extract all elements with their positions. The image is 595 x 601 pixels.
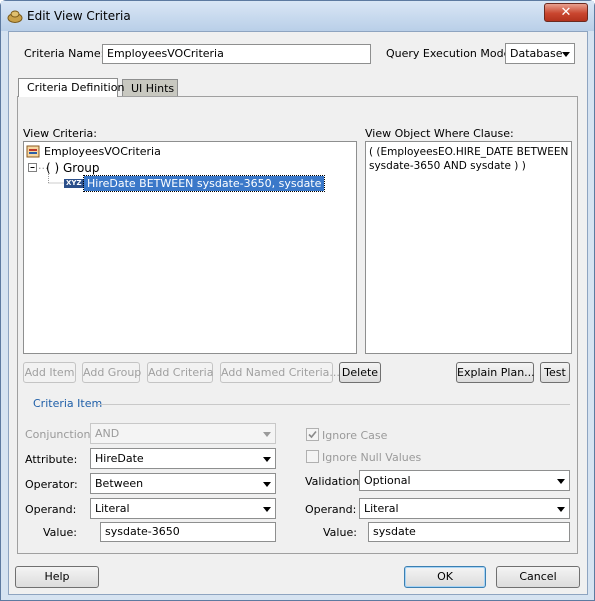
operand-right-value: Literal: [364, 502, 399, 515]
value-right-input[interactable]: sysdate: [368, 522, 570, 542]
checkmark-icon: [308, 430, 317, 439]
add-named-criteria-button[interactable]: Add Named Criteria...: [220, 362, 340, 383]
delete-button[interactable]: Delete: [339, 362, 381, 383]
query-execution-mode-select[interactable]: Database: [505, 43, 575, 64]
chevron-down-icon: [263, 432, 271, 437]
attribute-select[interactable]: HireDate: [90, 448, 276, 469]
conjunction-value: AND: [95, 427, 120, 440]
where-clause-text[interactable]: ( (EmployeesEO.HIRE_DATE BETWEEN sysdate…: [365, 141, 572, 354]
validation-value: Optional: [364, 474, 411, 487]
where-clause-line-1: ( (EmployeesEO.HIRE_DATE BETWEEN: [369, 146, 569, 158]
view-criteria-label: View Criteria:: [23, 127, 97, 140]
criteria-name-label: Criteria Name:: [24, 47, 105, 60]
operand-right-label: Operand:: [305, 503, 357, 516]
close-button[interactable]: ✕: [544, 3, 588, 22]
ok-button[interactable]: OK: [404, 566, 486, 588]
ignore-case-label: Ignore Case: [322, 429, 388, 442]
operand-left-value: Literal: [95, 502, 130, 515]
tree-branch-line: [48, 174, 64, 184]
ignore-null-values-label: Ignore Null Values: [322, 451, 422, 464]
conjunction-label: Conjunction:: [25, 428, 95, 441]
tab-criteria-definition-label: Criteria Definition: [27, 81, 125, 94]
attribute-value: HireDate: [95, 452, 144, 465]
chevron-down-icon: [557, 507, 565, 512]
dialog-content: Criteria Name: EmployeesVOCriteria Query…: [8, 31, 588, 595]
help-button[interactable]: Help: [15, 566, 99, 588]
chevron-down-icon: [263, 507, 271, 512]
add-item-button[interactable]: Add Item: [23, 362, 76, 383]
operand-left-label: Operand:: [25, 503, 77, 516]
view-criteria-tree[interactable]: EmployeesVOCriteria ··· ( ) Group XYZ Hi…: [23, 141, 357, 354]
where-clause-label: View Object Where Clause:: [365, 127, 514, 140]
tree-root-label[interactable]: EmployeesVOCriteria: [44, 145, 161, 158]
section-divider: [98, 404, 570, 405]
add-criteria-button[interactable]: Add Criteria: [147, 362, 213, 383]
criteria-definition-panel: View Criteria: EmployeesVOCriteria ··· (…: [17, 96, 578, 554]
tab-ui-hints-label: UI Hints: [131, 82, 175, 95]
operator-value: Between: [95, 477, 144, 490]
chevron-down-icon: [263, 482, 271, 487]
operand-right-select[interactable]: Literal: [359, 498, 570, 519]
operator-label: Operator:: [25, 478, 78, 491]
tab-criteria-definition[interactable]: Criteria Definition: [18, 78, 124, 97]
validation-select[interactable]: Optional: [359, 470, 570, 491]
criteria-name-input[interactable]: EmployeesVOCriteria: [102, 44, 371, 64]
operand-left-select[interactable]: Literal: [90, 498, 276, 519]
close-icon: ✕: [560, 5, 572, 20]
title-bar: Edit View Criteria ✕: [1, 1, 594, 31]
explain-plan-button[interactable]: Explain Plan...: [456, 362, 535, 383]
query-execution-mode-value: Database: [510, 47, 563, 60]
edit-view-criteria-dialog: Edit View Criteria ✕ Criteria Name: Empl…: [0, 0, 595, 601]
chevron-down-icon: [263, 457, 271, 462]
query-execution-mode-label: Query Execution Mode:: [386, 47, 515, 60]
where-clause-line-2: sysdate-3650 AND sysdate ) ): [369, 160, 526, 172]
validation-label: Validation:: [305, 475, 364, 488]
test-button[interactable]: Test: [540, 362, 570, 383]
value-left-input[interactable]: sysdate-3650: [100, 522, 276, 542]
value-left-label: Value:: [43, 526, 77, 539]
cancel-button[interactable]: Cancel: [496, 566, 580, 588]
tree-group-label[interactable]: ( ) Group: [46, 161, 100, 175]
value-right-label: Value:: [323, 526, 357, 539]
conjunction-select[interactable]: AND: [90, 423, 276, 444]
attribute-label: Attribute:: [25, 453, 78, 466]
view-criteria-icon: [26, 145, 40, 158]
tab-ui-hints[interactable]: UI Hints: [122, 79, 178, 97]
ignore-null-values-checkbox[interactable]: [306, 450, 319, 463]
chevron-down-icon: [557, 479, 565, 484]
add-group-button[interactable]: Add Group: [82, 362, 141, 383]
criteria-item-icon: XYZ: [64, 179, 84, 188]
criteria-item-section-title: Criteria Item: [33, 397, 103, 410]
ignore-case-checkbox[interactable]: [306, 428, 319, 441]
chevron-down-icon: [562, 52, 570, 57]
operator-select[interactable]: Between: [90, 473, 276, 494]
app-icon: [7, 10, 23, 23]
window-title: Edit View Criteria: [27, 9, 131, 23]
tree-item-hiredate[interactable]: HireDate BETWEEN sysdate-3650, sysdate: [82, 175, 326, 192]
